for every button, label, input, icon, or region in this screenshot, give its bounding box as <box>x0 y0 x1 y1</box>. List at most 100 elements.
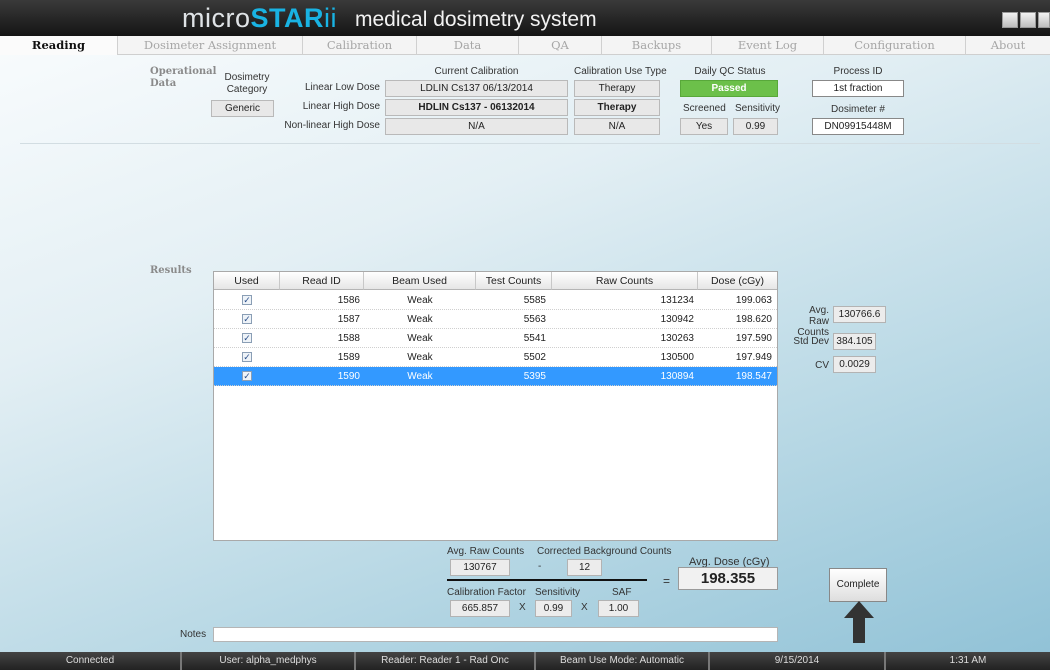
daily-qc-status-badge: Passed <box>680 80 778 97</box>
maximize-button[interactable] <box>1020 12 1036 28</box>
notes-input[interactable] <box>213 627 778 642</box>
nonlinear-high-dose-label: Non-linear High Dose <box>284 120 380 131</box>
tab-dosimeter-assignment[interactable]: Dosimeter Assignment <box>118 36 303 55</box>
operational-data-label-1: Operational <box>150 66 217 77</box>
avg-raw-counts-stat-value: 130766.6 <box>833 306 886 323</box>
results-table[interactable]: Used Read ID Beam Used Test Counts Raw C… <box>213 271 778 541</box>
close-button[interactable] <box>1038 12 1050 28</box>
linear-high-dose-label: Linear High Dose <box>302 101 380 112</box>
calibration-use-type-header: Calibration Use Type <box>574 66 667 77</box>
raw-counts-cell: 131234 <box>660 295 694 306</box>
screened-label: Screened <box>683 103 726 114</box>
complete-button[interactable]: Complete <box>829 568 887 602</box>
avg-raw-label-line1: Avg. Raw <box>808 305 829 327</box>
used-cell: ✓ <box>214 367 280 386</box>
avg-raw-counts-stat-label: Avg. Raw Counts <box>790 305 829 338</box>
test-counts-cell: 5563 <box>523 314 546 325</box>
table-row[interactable]: ✓ 1589 Weak 5502 130500 197.949 <box>214 348 777 367</box>
column-header-read-id[interactable]: Read ID <box>280 272 364 290</box>
saf-value: 1.00 <box>598 600 639 617</box>
used-cell: ✓ <box>214 310 280 329</box>
column-header-test-counts[interactable]: Test Counts <box>476 272 552 290</box>
status-date: 9/15/2014 <box>710 652 886 670</box>
nonlinear-high-dose-calibration: N/A <box>385 118 568 135</box>
used-checkbox[interactable]: ✓ <box>242 295 252 305</box>
tab-event-log[interactable]: Event Log <box>712 36 824 55</box>
column-header-raw-counts[interactable]: Raw Counts <box>552 272 698 290</box>
tab-qa[interactable]: QA <box>519 36 602 55</box>
minimize-button[interactable] <box>1002 12 1018 28</box>
logo-ii: ii <box>324 3 337 33</box>
calibration-factor-label: Calibration Factor <box>447 587 526 598</box>
tab-calibration[interactable]: Calibration <box>303 36 417 55</box>
fraction-bar <box>447 579 647 581</box>
corrected-background-value: 12 <box>567 559 602 576</box>
screened-value: Yes <box>680 118 728 135</box>
tab-about[interactable]: About <box>966 36 1050 55</box>
table-row[interactable]: ✓ 1588 Weak 5541 130263 197.590 <box>214 329 777 348</box>
up-arrow-icon <box>844 601 874 643</box>
used-checkbox[interactable]: ✓ <box>242 352 252 362</box>
title-bar: microSTARii medical dosimetry system <box>0 0 1050 36</box>
read-id-cell: 1590 <box>337 371 360 382</box>
test-counts-cell: 5541 <box>523 333 546 344</box>
used-cell: ✓ <box>214 348 280 367</box>
used-checkbox[interactable]: ✓ <box>242 314 252 324</box>
column-header-used[interactable]: Used <box>214 272 280 290</box>
linear-high-dose-use-type: Therapy <box>574 99 660 116</box>
tab-configuration[interactable]: Configuration <box>824 36 966 55</box>
times-operator-1: X <box>519 602 526 613</box>
dose-cell: 198.620 <box>735 314 772 325</box>
app-title: medical dosimetry system <box>355 8 597 31</box>
dosimetry-category-value: Generic <box>211 100 274 117</box>
std-dev-label: Std Dev <box>793 336 829 347</box>
std-dev-value: 384.105 <box>833 333 876 350</box>
dosimetry-category-label-1: Dosimetry <box>224 72 270 83</box>
cv-label: CV <box>815 360 829 371</box>
formula-sensitivity-label: Sensitivity <box>535 587 581 598</box>
dosimeter-number-input[interactable]: DN09915448M <box>812 118 904 135</box>
table-row[interactable]: ✓ 1586 Weak 5585 131234 199.063 <box>214 291 777 310</box>
dose-cell: 197.949 <box>735 352 772 363</box>
tab-bar: Reading Dosimeter Assignment Calibration… <box>0 36 1050 55</box>
beam-cell: Weak <box>407 352 433 363</box>
saf-label: SAF <box>612 587 632 598</box>
process-id-input[interactable]: 1st fraction <box>812 80 904 97</box>
operational-data-label-2: Data <box>150 78 177 89</box>
tab-backups[interactable]: Backups <box>602 36 712 55</box>
table-row[interactable]: ✓ 1587 Weak 5563 130942 198.620 <box>214 310 777 329</box>
raw-counts-cell: 130263 <box>660 333 694 344</box>
section-divider <box>20 143 1040 144</box>
tab-reading[interactable]: Reading <box>0 36 118 55</box>
sensitivity-value: 0.99 <box>733 118 778 135</box>
used-checkbox[interactable]: ✓ <box>242 333 252 343</box>
used-checkbox[interactable]: ✓ <box>242 371 252 381</box>
column-header-dose[interactable]: Dose (cGy) <box>698 272 777 290</box>
corrected-background-label: Corrected Background Counts <box>537 546 672 557</box>
column-header-beam-used[interactable]: Beam Used <box>364 272 476 290</box>
beam-cell: Weak <box>407 371 433 382</box>
dosimetry-category-label-2: Category <box>226 84 268 95</box>
dose-cell: 197.590 <box>735 333 772 344</box>
formula-avg-raw-counts-label: Avg. Raw Counts <box>447 546 525 557</box>
raw-counts-cell: 130942 <box>660 314 694 325</box>
beam-cell: Weak <box>407 314 433 325</box>
cv-value: 0.0029 <box>833 356 876 373</box>
status-bar: Connected User: alpha_medphys Reader: Re… <box>0 652 1050 670</box>
formula-sensitivity-value: 0.99 <box>535 600 572 617</box>
notes-label: Notes <box>180 629 207 640</box>
read-id-cell: 1586 <box>337 295 360 306</box>
table-row[interactable]: ✓ 1590 Weak 5395 130894 198.547 <box>214 367 777 386</box>
test-counts-cell: 5395 <box>523 371 546 382</box>
raw-counts-cell: 130500 <box>660 352 694 363</box>
process-id-label: Process ID <box>833 66 883 77</box>
raw-counts-cell: 130894 <box>660 371 694 382</box>
test-counts-cell: 5585 <box>523 295 546 306</box>
tab-data[interactable]: Data <box>417 36 519 55</box>
daily-qc-status-header: Daily QC Status <box>694 66 766 77</box>
beam-cell: Weak <box>407 295 433 306</box>
dosimeter-number-label: Dosimeter # <box>831 104 885 115</box>
status-time: 1:31 AM <box>949 655 987 666</box>
linear-low-dose-calibration: LDLIN Cs137 06/13/2014 <box>385 80 568 97</box>
status-connection: Connected <box>0 652 182 670</box>
